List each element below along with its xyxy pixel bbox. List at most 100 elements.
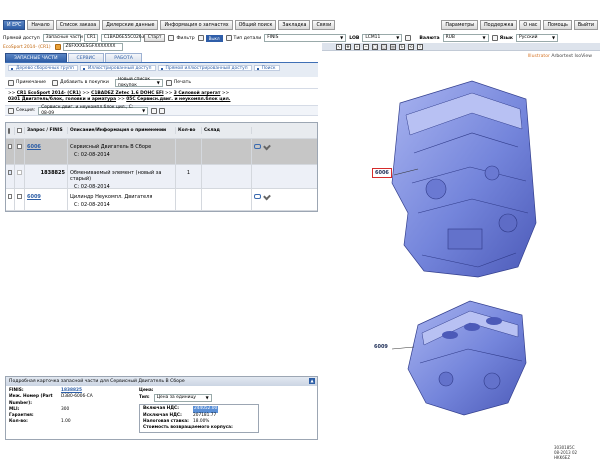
section-label: Секция: (16, 108, 36, 113)
expand-all-icon[interactable] (17, 128, 22, 133)
collapse-icon[interactable] (17, 144, 22, 149)
next-section-icon[interactable] (159, 107, 166, 114)
row-description: Сервисный Двигатель В Сборе С: 02-08-2014 (68, 139, 176, 164)
part-type-select[interactable]: FINIS ▼ (264, 34, 347, 42)
purchase-list-value: Новый список покупок (117, 76, 151, 88)
select-icon[interactable]: ↖ (336, 43, 342, 50)
row-checkbox[interactable] (8, 144, 12, 149)
col-qty: Кол-во (176, 127, 202, 134)
cr-value: CR1 (86, 35, 96, 40)
language-select[interactable]: Русский ▼ (516, 34, 559, 42)
currency-select[interactable]: RUB ▼ (442, 34, 489, 42)
add-purchase-button[interactable]: Добавить в покупки (52, 79, 109, 86)
purchase-list-select[interactable]: Новый список покупок ▼ (114, 76, 163, 88)
part-number-link[interactable]: 6009 (27, 194, 41, 200)
nav-about[interactable]: О нас (519, 20, 542, 30)
nav-eps[interactable]: И ЕРС (3, 20, 26, 30)
nav-parts-info[interactable]: Информация о запчастях (160, 20, 233, 30)
cart-icon[interactable] (8, 127, 10, 134)
nav-help[interactable]: Помощь (543, 20, 572, 30)
section-select[interactable]: Сервисн.двиг. и неукомпл.блок цил., С: 0… (38, 105, 149, 116)
nav-home[interactable]: Начало (27, 20, 54, 30)
price-type-select[interactable]: Цена за единицу ▼ (153, 394, 212, 403)
engine-illustration[interactable]: 6006 6009 (322, 63, 600, 440)
nav-logout[interactable]: Выйти (573, 20, 598, 30)
note-button[interactable]: Примечание (8, 79, 46, 86)
row-stock (202, 165, 252, 188)
zoom-in-icon[interactable]: + (354, 43, 360, 50)
zoom-fit-icon[interactable]: □ (372, 43, 378, 50)
part-number-link[interactable]: 6006 (27, 144, 41, 150)
expand-icon[interactable] (17, 194, 22, 199)
rotate-icon[interactable]: ↻ (399, 43, 405, 50)
collapse-icon[interactable] (8, 107, 14, 114)
nav-settings[interactable]: Параметры (441, 20, 479, 30)
lob-info-icon[interactable] (405, 35, 412, 41)
view-illustrated[interactable]: Иллюстрированный доступ (79, 65, 156, 71)
tab-spare-parts[interactable]: ЗАПАСНЫЕ ЧАСТИ (5, 53, 67, 62)
help-icon[interactable]: ? (417, 43, 423, 50)
wrench-icon[interactable] (263, 142, 271, 151)
nav-dealer-data[interactable]: Дилерские данные (102, 20, 159, 30)
callout-6006[interactable]: 6006 (372, 168, 392, 178)
illustration-ref: HKK6EZ (554, 455, 571, 460)
row-checkbox[interactable] (8, 170, 12, 175)
tab-labor[interactable]: РАБОТА (105, 53, 142, 62)
link-icon[interactable] (254, 194, 261, 199)
vin-value: Z6FXXXESGFXXXXXXX (65, 44, 116, 49)
filter-toggle[interactable]: Выкл (205, 34, 223, 42)
start-button[interactable]: Старт (143, 34, 166, 42)
search-input[interactable]: C1BAD6E55C02634016 (100, 34, 156, 42)
row-qty (176, 139, 202, 164)
row-checkbox[interactable] (8, 194, 12, 199)
nav-global-search[interactable]: Общий поиск (234, 20, 277, 30)
link-icon[interactable] (254, 144, 261, 149)
col-description: Описание/Информация о применении (68, 127, 176, 134)
chevron-down-icon: ▼ (142, 107, 146, 113)
view-direct-illustrated[interactable]: Прямой иллюстрированный доступ (157, 65, 252, 71)
pan-icon[interactable]: ✥ (345, 43, 351, 50)
prev-section-icon[interactable] (151, 107, 158, 114)
row-finis: 1838825 (25, 165, 68, 188)
crumb-powertrain[interactable]: 3 Силовой агрегат (174, 91, 221, 96)
currency-info-icon[interactable] (491, 35, 498, 41)
engine-drawing (391, 80, 537, 416)
illustration-pane: ↖ ✥ + − □ ◫ ▤ ↻ ⟲ ? Illustrator Arbortex… (322, 43, 600, 460)
nav-links[interactable]: Связи (312, 20, 336, 30)
zoom-out-icon[interactable]: − (363, 43, 369, 50)
view-search[interactable]: Поиск (253, 65, 280, 71)
print-icon[interactable]: ▤ (390, 43, 396, 50)
table-row[interactable]: 6009 Цилиндр Неукомпл. Двигателя С: 02-08… (6, 189, 317, 211)
reset-icon[interactable]: ⟲ (408, 43, 414, 50)
filter-options-icon[interactable] (225, 35, 232, 41)
view-assembly-tree[interactable]: Дерево сборочных групп (8, 65, 78, 71)
table-row[interactable]: 1838825 Обмениваемый элемент (новый за с… (6, 165, 317, 190)
vehicle-icon[interactable] (54, 44, 61, 50)
quick-access-select[interactable]: Запасные части▼ (42, 34, 88, 42)
table-row[interactable]: 6006 Сервисный Двигатель В Сборе С: 02-08… (6, 139, 317, 165)
crumb-model[interactable]: CR1 EcoSport 2014- (CR1) (17, 91, 81, 96)
nav-support[interactable]: Поддержка (480, 20, 518, 30)
viewer-brand: Illustrator Arbortext IsoView (528, 54, 592, 59)
lob-select[interactable]: LCM11 ▼ (362, 34, 403, 42)
wrench-icon[interactable] (263, 192, 271, 201)
crumb-engine[interactable]: C1BADEZ Zetec 1.6 DOHC EFI (91, 91, 164, 96)
crumb-engine-block[interactable]: 0301 Двигатель/блок, головки и арматура (8, 97, 116, 102)
row-part-number: 6006 (25, 139, 68, 164)
row-stock (202, 189, 252, 210)
zoom-window-icon[interactable]: ◫ (381, 43, 387, 50)
vin-field[interactable]: Z6FXXXESGFXXXXXXX (62, 43, 123, 51)
finis-number[interactable]: 1838825 (41, 170, 65, 176)
tab-service[interactable]: СЕРВИС (67, 53, 105, 62)
cr-field[interactable]: CR1 (83, 34, 98, 42)
print-button[interactable]: Печать (165, 79, 191, 86)
clear-icon[interactable] (168, 35, 175, 41)
callout-6009[interactable]: 6009 (374, 344, 388, 350)
crumb-service-engine[interactable]: 05C Сервисн.двиг. и неукомпл.блок цил. (126, 97, 230, 102)
language-label: Язык (499, 35, 514, 41)
collapse-icon[interactable]: ▲ (309, 378, 315, 384)
filter-icon[interactable] (197, 35, 204, 41)
tree-line-icon (17, 170, 22, 175)
nav-order-list[interactable]: Список заказа (55, 20, 101, 30)
nav-bookmark[interactable]: Закладка (278, 20, 311, 30)
